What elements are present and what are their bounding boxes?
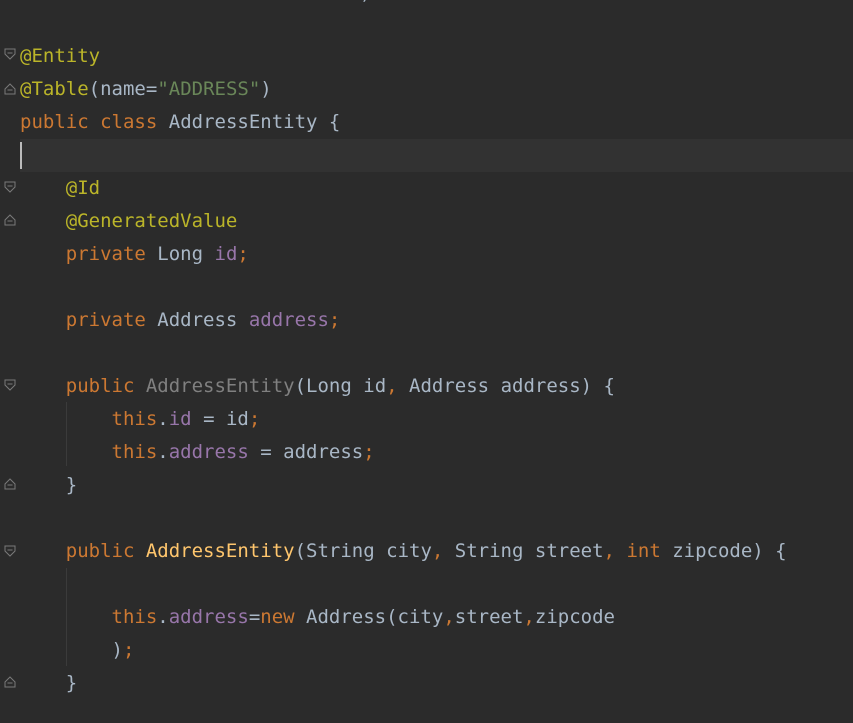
param-token: zipcode bbox=[672, 540, 753, 562]
code-line: } bbox=[20, 667, 853, 700]
field-token: address bbox=[168, 441, 249, 463]
code-editor[interactable]: ) @Entity @Table(name="ADDRESS") public … bbox=[0, 0, 853, 723]
code-line: } bbox=[20, 469, 853, 502]
keyword-token: public bbox=[65, 375, 135, 397]
code-token: ) bbox=[20, 0, 371, 4]
field-token: address bbox=[168, 606, 249, 628]
code-token: ; bbox=[328, 309, 341, 331]
code-token: } bbox=[65, 672, 78, 694]
annotation-token: @Table bbox=[20, 78, 89, 100]
type-token: String bbox=[306, 540, 375, 562]
keyword-token: private bbox=[65, 243, 146, 265]
code-token: ; bbox=[237, 243, 249, 265]
code-line: @Table(name="ADDRESS") bbox=[20, 73, 853, 106]
param-token: address bbox=[500, 375, 581, 397]
param-token: street bbox=[534, 540, 604, 562]
code-token: , bbox=[523, 606, 535, 628]
code-line: this.id = id; bbox=[20, 403, 853, 436]
code-token: zipcode bbox=[534, 606, 615, 628]
code-line: private Long id; bbox=[20, 238, 853, 271]
code-token: ) { bbox=[752, 540, 787, 562]
param-token: city bbox=[386, 540, 432, 562]
method-name-token: AddressEntity bbox=[145, 375, 295, 397]
code-token: street bbox=[454, 606, 524, 628]
fold-close-icon[interactable] bbox=[4, 478, 16, 490]
code-line: this.address = address; bbox=[20, 436, 853, 469]
type-token: Long bbox=[306, 375, 352, 397]
code-token: ) bbox=[260, 78, 272, 100]
code-token: , bbox=[386, 375, 398, 397]
keyword-token: private bbox=[65, 309, 146, 331]
code-token: address bbox=[283, 441, 364, 463]
keyword-token: class bbox=[100, 111, 158, 133]
code-token: Address(city bbox=[306, 606, 444, 628]
code-token: ) { bbox=[580, 375, 615, 397]
code-line: @Id bbox=[20, 172, 853, 205]
type-token: Long bbox=[157, 243, 204, 265]
field-token: id bbox=[214, 243, 238, 265]
type-token: String bbox=[454, 540, 524, 562]
code-token: = bbox=[191, 408, 226, 430]
annotation-token: @Id bbox=[65, 177, 101, 199]
code-line: ); bbox=[20, 634, 853, 667]
code-line: ) bbox=[20, 0, 853, 10]
code-token: . bbox=[157, 408, 169, 430]
code-line: this.address=new Address(city,street,zip… bbox=[20, 601, 853, 634]
code-token: id bbox=[225, 408, 249, 430]
code-token: ( bbox=[88, 78, 101, 100]
annotation-token: @Entity bbox=[20, 45, 101, 67]
field-token: address bbox=[248, 309, 329, 331]
keyword-token: int bbox=[626, 540, 661, 562]
type-token: Address bbox=[157, 309, 238, 331]
code-token: , bbox=[431, 540, 444, 562]
fold-open-icon[interactable] bbox=[4, 181, 16, 193]
keyword-token: new bbox=[260, 606, 295, 628]
code-token: = bbox=[248, 441, 284, 463]
keyword-token: this bbox=[111, 441, 158, 463]
fold-open-icon[interactable] bbox=[4, 48, 16, 60]
code-token: ) bbox=[111, 639, 123, 661]
keyword-token: public bbox=[65, 540, 135, 562]
annotation-token: @GeneratedValue bbox=[65, 210, 238, 232]
code-token: . bbox=[157, 441, 169, 463]
code-token: } bbox=[65, 474, 78, 496]
code-token: , bbox=[603, 540, 615, 562]
code-line: @Entity bbox=[20, 40, 853, 73]
code-token: = bbox=[145, 78, 158, 100]
string-token: "ADDRESS" bbox=[157, 78, 261, 100]
class-name-token: AddressEntity bbox=[168, 111, 318, 133]
keyword-token: this bbox=[111, 606, 158, 628]
code-token: ; bbox=[363, 441, 375, 463]
code-token: , bbox=[443, 606, 455, 628]
type-token: Address bbox=[409, 375, 490, 397]
code-line: private Address address; bbox=[20, 304, 853, 337]
code-token: = bbox=[248, 606, 261, 628]
fold-close-icon[interactable] bbox=[4, 83, 16, 95]
text-caret bbox=[20, 142, 22, 169]
method-name-token: AddressEntity bbox=[145, 540, 295, 562]
current-line[interactable] bbox=[20, 139, 853, 172]
fold-close-icon[interactable] bbox=[4, 676, 16, 688]
fold-open-icon[interactable] bbox=[4, 545, 16, 557]
editor-gutter bbox=[0, 0, 20, 723]
code-token: { bbox=[328, 111, 341, 133]
code-line: public AddressEntity(Long id, Address ad… bbox=[65, 375, 615, 397]
code-token: . bbox=[157, 606, 169, 628]
code-line: public AddressEntity(String city, String… bbox=[65, 540, 787, 562]
code-token: ; bbox=[122, 639, 135, 661]
code-line: public class AddressEntity { bbox=[20, 106, 853, 139]
param-token: id bbox=[363, 375, 387, 397]
fold-close-icon[interactable] bbox=[4, 214, 16, 226]
code-token: name bbox=[100, 78, 146, 100]
code-line: @GeneratedValue bbox=[20, 205, 853, 238]
code-token: ; bbox=[248, 408, 261, 430]
fold-open-icon[interactable] bbox=[4, 379, 16, 391]
field-token: id bbox=[168, 408, 192, 430]
keyword-token: public bbox=[20, 111, 89, 133]
keyword-token: this bbox=[111, 408, 158, 430]
